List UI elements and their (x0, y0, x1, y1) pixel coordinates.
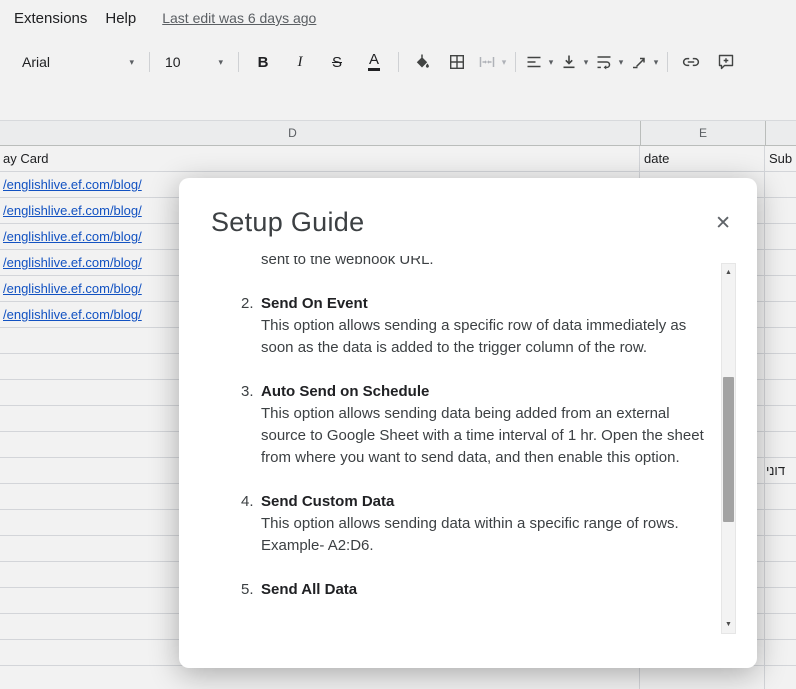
close-icon[interactable]: ✕ (715, 214, 731, 233)
guide-item-number: 5. (241, 581, 254, 598)
guide-item-body: This option allows sending data within a… (261, 515, 679, 554)
guide-item-body: This option allows sending data being ad… (261, 405, 704, 466)
setup-guide-dialog: Setup Guide ✕ sent to the webhook URL. 2… (179, 178, 757, 668)
guide-item-number: 3. (241, 383, 254, 400)
dialog-scrollbar[interactable]: ▲ ▼ (721, 263, 736, 634)
guide-clipped-line: sent to the webhook URL. (261, 256, 434, 268)
guide-item-send-custom-data: 4. Send Custom Data This option allows s… (241, 491, 719, 557)
guide-item-title: Auto Send on Schedule (261, 383, 430, 400)
scrollbar-thumb[interactable] (723, 377, 734, 522)
dialog-content: sent to the webhook URL. 2. Send On Even… (179, 256, 719, 640)
guide-item-title: Send All Data (261, 581, 358, 598)
guide-item-body: This option allows sending a specific ro… (261, 317, 687, 356)
guide-item-auto-send: 3. Auto Send on Schedule This option all… (241, 381, 719, 469)
guide-item-number: 2. (241, 295, 254, 312)
guide-item-send-on-event: 2. Send On Event This option allows send… (241, 293, 719, 359)
guide-item-number: 4. (241, 493, 254, 510)
google-sheets-window: Extensions Help Last edit was 6 days ago… (0, 0, 796, 689)
guide-item-title: Send On Event (261, 295, 368, 312)
guide-item-send-all-data: 5. Send All Data (241, 579, 719, 601)
scroll-down-arrow-icon[interactable]: ▼ (722, 617, 735, 632)
scroll-up-arrow-icon[interactable]: ▲ (722, 265, 735, 280)
dialog-title: Setup Guide (211, 207, 365, 237)
guide-item-title: Send Custom Data (261, 493, 395, 510)
